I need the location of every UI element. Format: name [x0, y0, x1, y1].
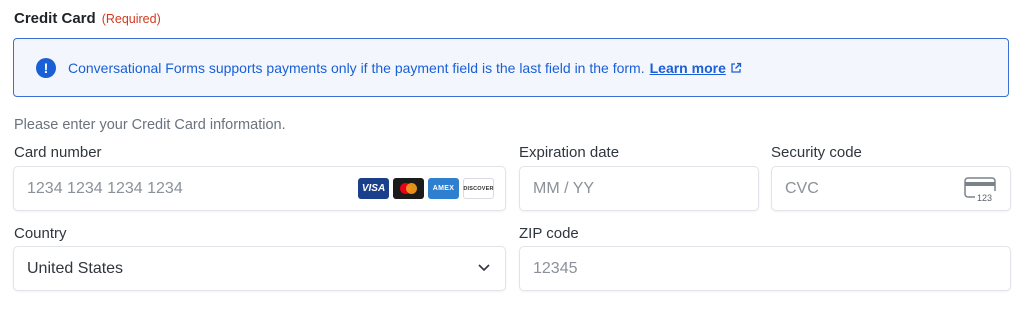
learn-more-link[interactable]: Learn more: [650, 60, 726, 76]
required-indicator: (Required): [101, 12, 161, 26]
country-value: United States: [27, 259, 124, 277]
zip-code-label: ZIP code: [519, 225, 579, 242]
card-number-input[interactable]: 1234 1234 1234 1234 VISA AMEX DISCOVER: [13, 166, 506, 211]
zip-code-placeholder: 12345: [533, 259, 578, 277]
country-label: Country: [14, 225, 67, 242]
visa-icon: VISA: [358, 178, 389, 199]
security-code-input[interactable]: CVC 123: [771, 166, 1011, 211]
expiration-placeholder: MM / YY: [533, 179, 595, 197]
country-select[interactable]: United States: [13, 246, 506, 291]
section-title-text: Credit Card: [14, 10, 96, 27]
amex-icon: AMEX: [428, 178, 459, 199]
mastercard-icon: [393, 178, 424, 199]
card-number-placeholder: 1234 1234 1234 1234: [27, 179, 183, 197]
expiration-label: Expiration date: [519, 144, 620, 161]
discover-icon: DISCOVER: [463, 178, 494, 199]
notice-message: Conversational Forms supports payments o…: [68, 59, 645, 76]
card-brands: VISA AMEX DISCOVER: [358, 178, 494, 199]
chevron-down-icon: [478, 264, 490, 272]
card-number-label: Card number: [14, 144, 102, 161]
helper-text: Please enter your Credit Card informatio…: [14, 117, 286, 133]
cvc-card-icon: 123: [964, 177, 998, 203]
external-link-icon[interactable]: [730, 62, 742, 74]
credit-card-section-title: Credit Card (Required): [14, 10, 161, 27]
cvc-icon-text: 123: [977, 193, 992, 203]
info-notice: ! Conversational Forms supports payments…: [13, 38, 1009, 97]
expiration-input[interactable]: MM / YY: [519, 166, 759, 211]
info-icon: !: [36, 57, 56, 78]
security-code-label: Security code: [771, 144, 862, 161]
zip-code-input[interactable]: 12345: [519, 246, 1011, 291]
security-code-placeholder: CVC: [785, 179, 819, 197]
